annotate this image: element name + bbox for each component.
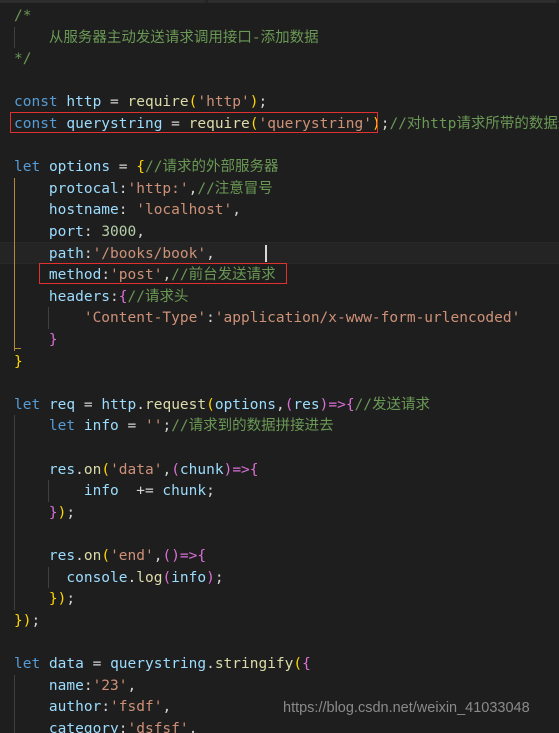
code-line[interactable] <box>0 135 559 157</box>
code-line-text: } <box>14 353 23 370</box>
code-line[interactable]: headers:{//请求头 <box>0 286 559 308</box>
code-line[interactable]: */ <box>0 48 559 70</box>
code-line-text: let info = '';//请求到的数据拼接进去 <box>48 418 334 435</box>
code-line-text: const http = require('http'); <box>14 94 268 111</box>
code-line[interactable]: method:'post',//前台发送请求 <box>0 264 559 286</box>
code-line[interactable] <box>0 372 559 394</box>
code-line-text: author:'fsdf', <box>48 699 172 716</box>
text-caret <box>265 244 267 262</box>
code-editor-surface[interactable]: /* 从服务器主动发送请求调用接口-添加数据 */ const http = req… <box>0 3 559 733</box>
code-line[interactable]: }); <box>0 610 559 632</box>
code-line-text: method:'post',//前台发送请求 <box>48 267 276 284</box>
code-line[interactable]: res.on('data',(chunk)=>{ <box>0 459 559 481</box>
code-line[interactable]: const http = require('http'); <box>0 91 559 113</box>
code-line[interactable]: let req = http.request(options,(res)=>{/… <box>0 394 559 416</box>
code-line[interactable]: } <box>0 351 559 373</box>
code-line-text: }); <box>48 504 76 521</box>
code-line[interactable]: hostname: 'localhost', <box>0 199 559 221</box>
code-line[interactable]: let info = '';//请求到的数据拼接进去 <box>0 415 559 437</box>
code-line[interactable]: }); <box>0 588 559 610</box>
code-line[interactable] <box>0 437 559 459</box>
code-line[interactable] <box>0 523 559 545</box>
code-line-text: res.on('end',()=>{ <box>48 548 207 564</box>
code-line[interactable]: }); <box>0 502 559 524</box>
code-line[interactable]: protocal:'http:',//注意冒号 <box>0 178 559 200</box>
code-line-text: /* <box>14 8 32 24</box>
code-line[interactable] <box>0 70 559 92</box>
code-line[interactable]: info += chunk; <box>0 480 559 502</box>
watermark-text: https://blog.csdn.net/weixin_41033048 <box>283 700 530 716</box>
code-line-text: 从服务器主动发送请求调用接口-添加数据 <box>14 29 319 46</box>
code-line[interactable]: path:'/books/book', <box>0 243 559 265</box>
code-line-text: headers:{//请求头 <box>48 288 189 305</box>
code-line-text: } <box>48 332 58 348</box>
code-line-text: path:'/books/book', <box>48 245 215 262</box>
code-line-text: }); <box>48 591 76 608</box>
code-line-text: let options = {//请求的外部服务器 <box>14 159 279 176</box>
code-line-text: console.log(info); <box>66 569 224 586</box>
code-line-text: port: 3000, <box>48 224 145 240</box>
code-line-text: protocal:'http:',//注意冒号 <box>48 180 273 197</box>
code-line[interactable]: port: 3000, <box>0 221 559 243</box>
code-line[interactable]: 从服务器主动发送请求调用接口-添加数据 <box>0 27 559 49</box>
code-line-text: */ <box>14 51 32 68</box>
code-line[interactable]: 'Content-Type':'application/x-www-form-u… <box>0 307 559 329</box>
code-line-text: info += chunk; <box>83 483 215 500</box>
editor-window: /* 从服务器主动发送请求调用接口-添加数据 */ const http = req… <box>0 0 559 733</box>
code-line[interactable]: let options = {//请求的外部服务器 <box>0 156 559 178</box>
code-line-text: const querystring = require('querystring… <box>14 116 559 132</box>
code-line-text: name:'23', <box>48 677 137 694</box>
code-line[interactable] <box>0 631 559 653</box>
code-line-text: res.on('data',(chunk)=>{ <box>48 461 259 478</box>
code-line[interactable]: } <box>0 329 559 351</box>
code-line[interactable]: name:'23', <box>0 675 559 697</box>
code-line[interactable]: category:'dsfsf', <box>0 718 559 733</box>
code-line-text: category:'dsfsf', <box>48 720 198 733</box>
code-line-text: }); <box>14 612 41 629</box>
code-line-text: let data = querystring.stringify({ <box>14 656 311 672</box>
code-line[interactable]: let data = querystring.stringify({ <box>0 653 559 675</box>
code-line-text: 'Content-Type':'application/x-www-form-u… <box>83 310 521 327</box>
code-line-text: let req = http.request(options,(res)=>{/… <box>14 396 431 413</box>
code-line[interactable]: res.on('end',()=>{ <box>0 545 559 567</box>
code-line-text: hostname: 'localhost', <box>48 202 241 219</box>
code-line[interactable]: console.log(info); <box>0 567 559 589</box>
code-line[interactable]: /* <box>0 5 559 27</box>
code-line[interactable]: const querystring = require('querystring… <box>0 113 559 135</box>
